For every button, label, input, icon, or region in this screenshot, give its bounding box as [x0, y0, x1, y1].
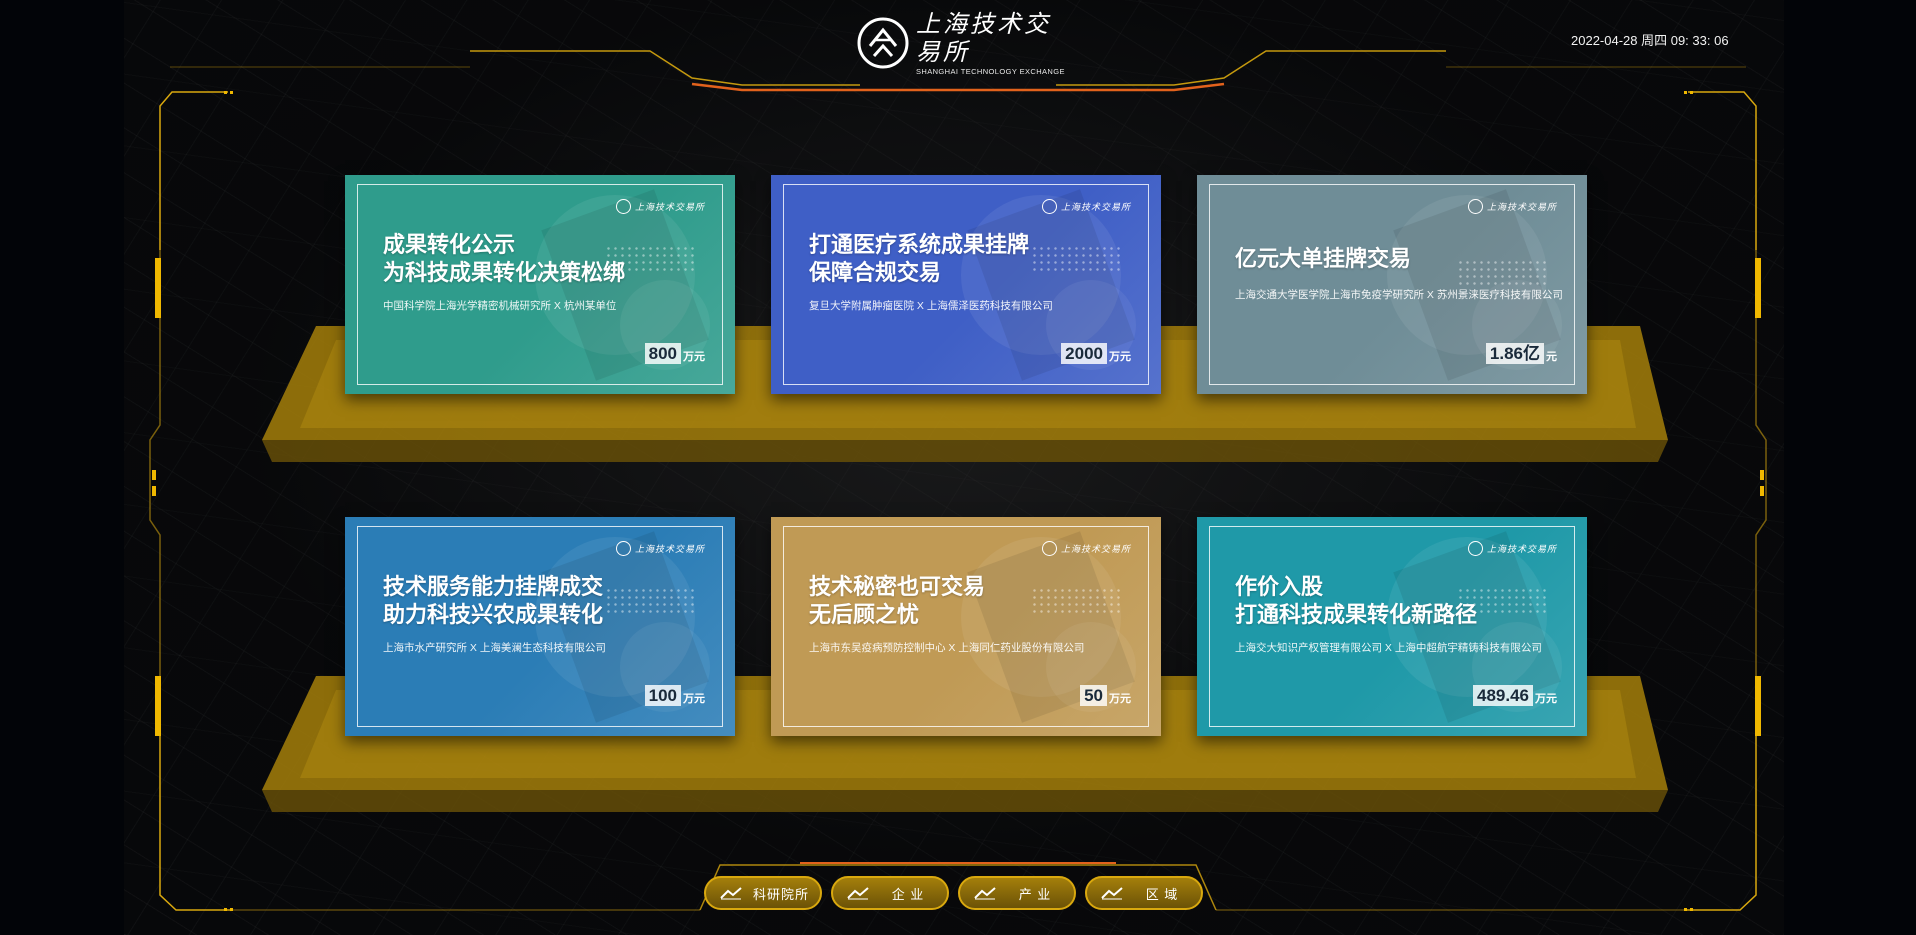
card-parties: 上海市东吴疫病预防控制中心 X 上海同仁药业股份有限公司: [809, 642, 1085, 654]
card-exchange-logo: 上海技术交易所: [1041, 199, 1131, 214]
card-parties: 中国科学院上海光学精密机械研究所 X 杭州某单位: [383, 300, 617, 312]
card-parties: 上海交大知识产权管理有限公司 X 上海中超航宇精铸科技有限公司: [1235, 642, 1542, 654]
amount-value: 1.86亿: [1485, 343, 1544, 364]
card-exchange-logo: 上海技术交易所: [1467, 199, 1557, 214]
hud-frame: [149, 50, 1767, 911]
card-amount: 50 万元: [1080, 685, 1131, 706]
card-logo-text: 上海技术交易所: [1060, 203, 1131, 213]
card-parties: 复旦大学附属肿瘤医院 X 上海儒泽医药科技有限公司: [809, 300, 1053, 312]
exchange-seal-icon: [857, 17, 909, 69]
tab-enterprises[interactable]: 企 业: [831, 876, 949, 910]
card-title: 亿元大单挂牌交易: [1235, 246, 1412, 271]
exchange-seal-icon: [615, 541, 631, 556]
amount-value: 100: [644, 685, 681, 706]
logo-english-name: SHANGHAI TECHNOLOGY EXCHANGE: [916, 67, 1065, 76]
amount-unit: 元: [1546, 350, 1557, 363]
card-exchange-logo: 上海技术交易所: [615, 541, 705, 556]
tab-label: 企 业: [891, 886, 925, 902]
tab-label: 产 业: [1018, 886, 1052, 902]
dashboard: 上海技术交易所 SHANGHAI TECHNOLOGY EXCHANGE 202…: [0, 0, 1916, 935]
category-tabs: 科研院所 企 业 产 业 区 域: [704, 876, 1212, 910]
trend-line-icon: [847, 887, 869, 900]
card-equity-investment[interactable]: 上海技术交易所作价入股 打通科技成果转化新路径上海交大知识产权管理有限公司 X …: [1197, 517, 1587, 736]
trend-line-icon: [720, 887, 742, 900]
dot-pattern: [1031, 587, 1123, 617]
card-exchange-logo: 上海技术交易所: [1467, 541, 1557, 556]
amount-unit: 万元: [1109, 350, 1131, 363]
dot-pattern: [1031, 245, 1123, 275]
trend-line-icon: [1101, 887, 1123, 900]
amount-value: 489.46: [1473, 685, 1533, 706]
card-results-publicity[interactable]: 上海技术交易所成果转化公示 为科技成果转化决策松绑中国科学院上海光学精密机械研究…: [345, 175, 735, 394]
amount-unit: 万元: [683, 692, 705, 705]
card-amount: 800 万元: [644, 343, 705, 364]
datetime-display: 2022-04-28 周四 09: 33: 06: [1571, 33, 1729, 48]
card-logo-text: 上海技术交易所: [1486, 203, 1557, 213]
card-amount: 100 万元: [644, 685, 705, 706]
dot-pattern: [605, 587, 697, 617]
card-logo-text: 上海技术交易所: [1060, 545, 1131, 555]
trend-line-icon: [974, 887, 996, 900]
card-agri-service[interactable]: 上海技术交易所技术服务能力挂牌成交 助力科技兴农成果转化上海市水产研究所 X 上…: [345, 517, 735, 736]
card-title: 作价入股 打通科技成果转化新路径: [1235, 574, 1478, 627]
card-exchange-logo: 上海技术交易所: [1041, 541, 1131, 556]
exchange-seal-icon: [1041, 199, 1057, 214]
exchange-logo: 上海技术交易所 SHANGHAI TECHNOLOGY EXCHANGE: [856, 10, 1064, 76]
amount-value: 50: [1080, 685, 1107, 706]
card-title: 技术服务能力挂牌成交 助力科技兴农成果转化: [383, 574, 604, 627]
card-amount: 489.46 万元: [1473, 685, 1557, 706]
card-billion-deal[interactable]: 上海技术交易所亿元大单挂牌交易上海交通大学医学院上海市免疫学研究所 X 苏州景涞…: [1197, 175, 1587, 394]
exchange-seal-icon: [615, 199, 631, 214]
amount-unit: 万元: [1109, 692, 1131, 705]
exchange-seal-icon: [1467, 199, 1483, 214]
tab-label: 区 域: [1145, 886, 1179, 902]
card-title: 技术秘密也可交易 无后顾之忧: [809, 574, 986, 627]
card-logo-text: 上海技术交易所: [634, 545, 705, 555]
amount-value: 800: [644, 343, 681, 364]
card-logo-text: 上海技术交易所: [634, 203, 705, 213]
tab-label: 科研院所: [752, 886, 809, 902]
amount-value: 2000: [1061, 343, 1107, 364]
card-exchange-logo: 上海技术交易所: [615, 199, 705, 214]
amount-unit: 万元: [1535, 692, 1557, 705]
card-title: 成果转化公示 为科技成果转化决策松绑: [383, 232, 626, 285]
tab-industries[interactable]: 产 业: [958, 876, 1076, 910]
card-title: 打通医疗系统成果挂牌 保障合规交易: [809, 232, 1030, 285]
exchange-seal-icon: [1467, 541, 1483, 556]
card-medical-listing[interactable]: 上海技术交易所打通医疗系统成果挂牌 保障合规交易复旦大学附属肿瘤医院 X 上海儒…: [771, 175, 1161, 394]
dot-pattern: [1457, 259, 1549, 289]
card-amount: 1.86亿元: [1485, 343, 1557, 364]
logo-chinese-name: 上海技术交易所: [916, 10, 1051, 66]
card-parties: 上海市水产研究所 X 上海美澜生态科技有限公司: [383, 642, 606, 654]
tab-research-institutes[interactable]: 科研院所: [704, 876, 822, 910]
amount-unit: 万元: [683, 350, 705, 363]
card-trade-secret[interactable]: 上海技术交易所技术秘密也可交易 无后顾之忧上海市东吴疫病预防控制中心 X 上海同…: [771, 517, 1161, 736]
tab-regions[interactable]: 区 域: [1085, 876, 1203, 910]
card-logo-text: 上海技术交易所: [1486, 545, 1557, 555]
exchange-seal-icon: [1041, 541, 1057, 556]
card-parties: 上海交通大学医学院上海市免疫学研究所 X 苏州景涞医疗科技有限公司: [1235, 289, 1563, 301]
card-amount: 2000 万元: [1061, 343, 1131, 364]
